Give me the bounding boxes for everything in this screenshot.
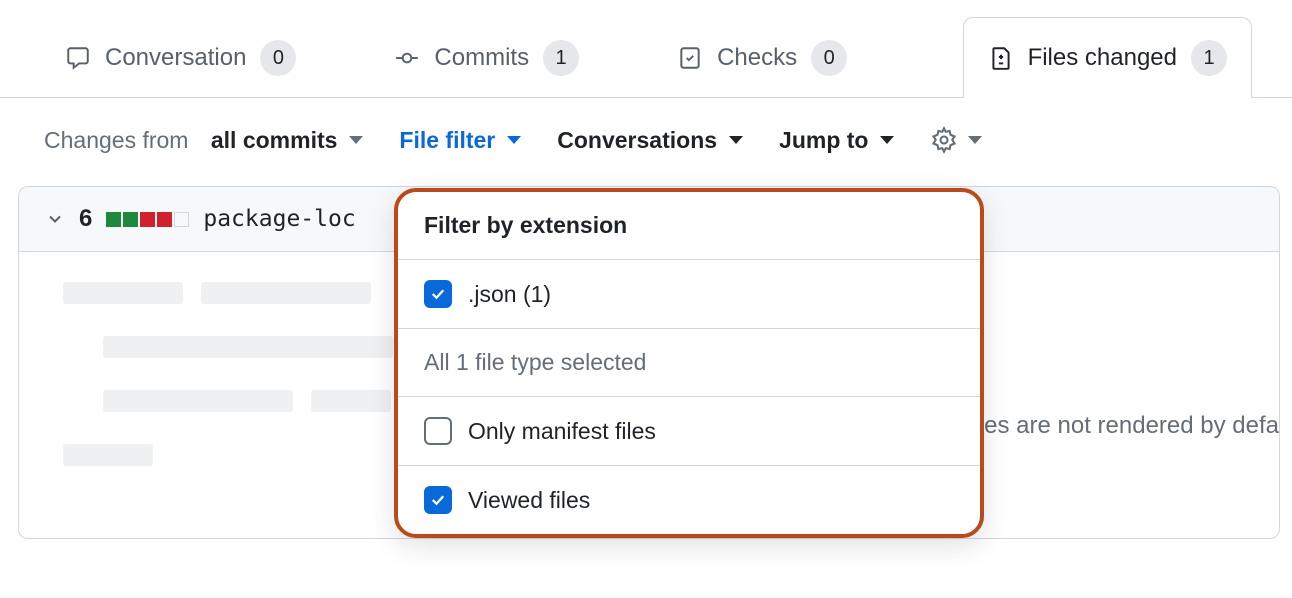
tab-checks[interactable]: Checks 0	[652, 17, 872, 98]
diff-stat-squares	[106, 212, 189, 227]
checkbox-checked-icon	[424, 280, 452, 308]
comment-icon	[65, 45, 91, 71]
changes-from-dropdown[interactable]: Changes from all commits	[44, 127, 363, 154]
caret-icon	[349, 136, 363, 144]
filter-viewed-label: Viewed files	[468, 487, 590, 514]
filter-ext-label: .json (1)	[468, 281, 551, 308]
changes-prefix: Changes from	[44, 127, 188, 154]
file-filter-dropdown[interactable]: File filter	[399, 127, 521, 154]
caret-icon	[968, 136, 982, 144]
chevron-down-icon[interactable]	[45, 209, 65, 229]
checkbox-checked-icon	[424, 486, 452, 514]
diff-line-count: 6	[79, 205, 92, 233]
tab-count: 0	[811, 40, 847, 76]
file-filter-menu: Filter by extension .json (1) All 1 file…	[394, 188, 984, 538]
tab-label: Commits	[434, 44, 529, 72]
tab-count: 1	[543, 40, 579, 76]
jump-to-dropdown[interactable]: Jump to	[779, 127, 894, 154]
gear-icon	[930, 126, 958, 154]
tab-label: Conversation	[105, 44, 246, 72]
pr-tabs: Conversation 0 Commits 1 Checks 0 Files …	[0, 0, 1292, 98]
filter-ext-json[interactable]: .json (1)	[398, 260, 980, 329]
tab-count: 1	[1191, 40, 1227, 76]
tab-label: Checks	[717, 44, 797, 72]
changes-value: all commits	[211, 127, 338, 154]
tab-count: 0	[260, 40, 296, 76]
caret-icon	[880, 136, 894, 144]
filter-summary: All 1 file type selected	[398, 329, 980, 397]
jump-to-label: Jump to	[779, 127, 868, 154]
tab-conversation[interactable]: Conversation 0	[40, 17, 321, 98]
file-filter-label: File filter	[399, 127, 495, 154]
not-rendered-text: es are not rendered by defa	[984, 412, 1279, 440]
caret-icon	[729, 136, 743, 144]
file-diff-icon	[988, 45, 1014, 71]
tab-label: Files changed	[1028, 44, 1177, 72]
caret-icon	[507, 136, 521, 144]
conversations-label: Conversations	[557, 127, 717, 154]
checkbox-unchecked-icon	[424, 417, 452, 445]
file-name[interactable]: package-loc	[203, 206, 355, 232]
commit-icon	[394, 45, 420, 71]
filter-manifest-only[interactable]: Only manifest files	[398, 397, 980, 466]
filter-manifest-label: Only manifest files	[468, 418, 656, 445]
diff-toolbar: Changes from all commits File filter Con…	[0, 98, 1292, 168]
conversations-dropdown[interactable]: Conversations	[557, 127, 743, 154]
diff-settings-button[interactable]	[930, 126, 982, 154]
tab-commits[interactable]: Commits 1	[369, 17, 604, 98]
checks-icon	[677, 45, 703, 71]
tab-files-changed[interactable]: Files changed 1	[963, 17, 1252, 98]
filter-viewed-files[interactable]: Viewed files	[398, 466, 980, 534]
filter-header: Filter by extension	[398, 192, 980, 260]
